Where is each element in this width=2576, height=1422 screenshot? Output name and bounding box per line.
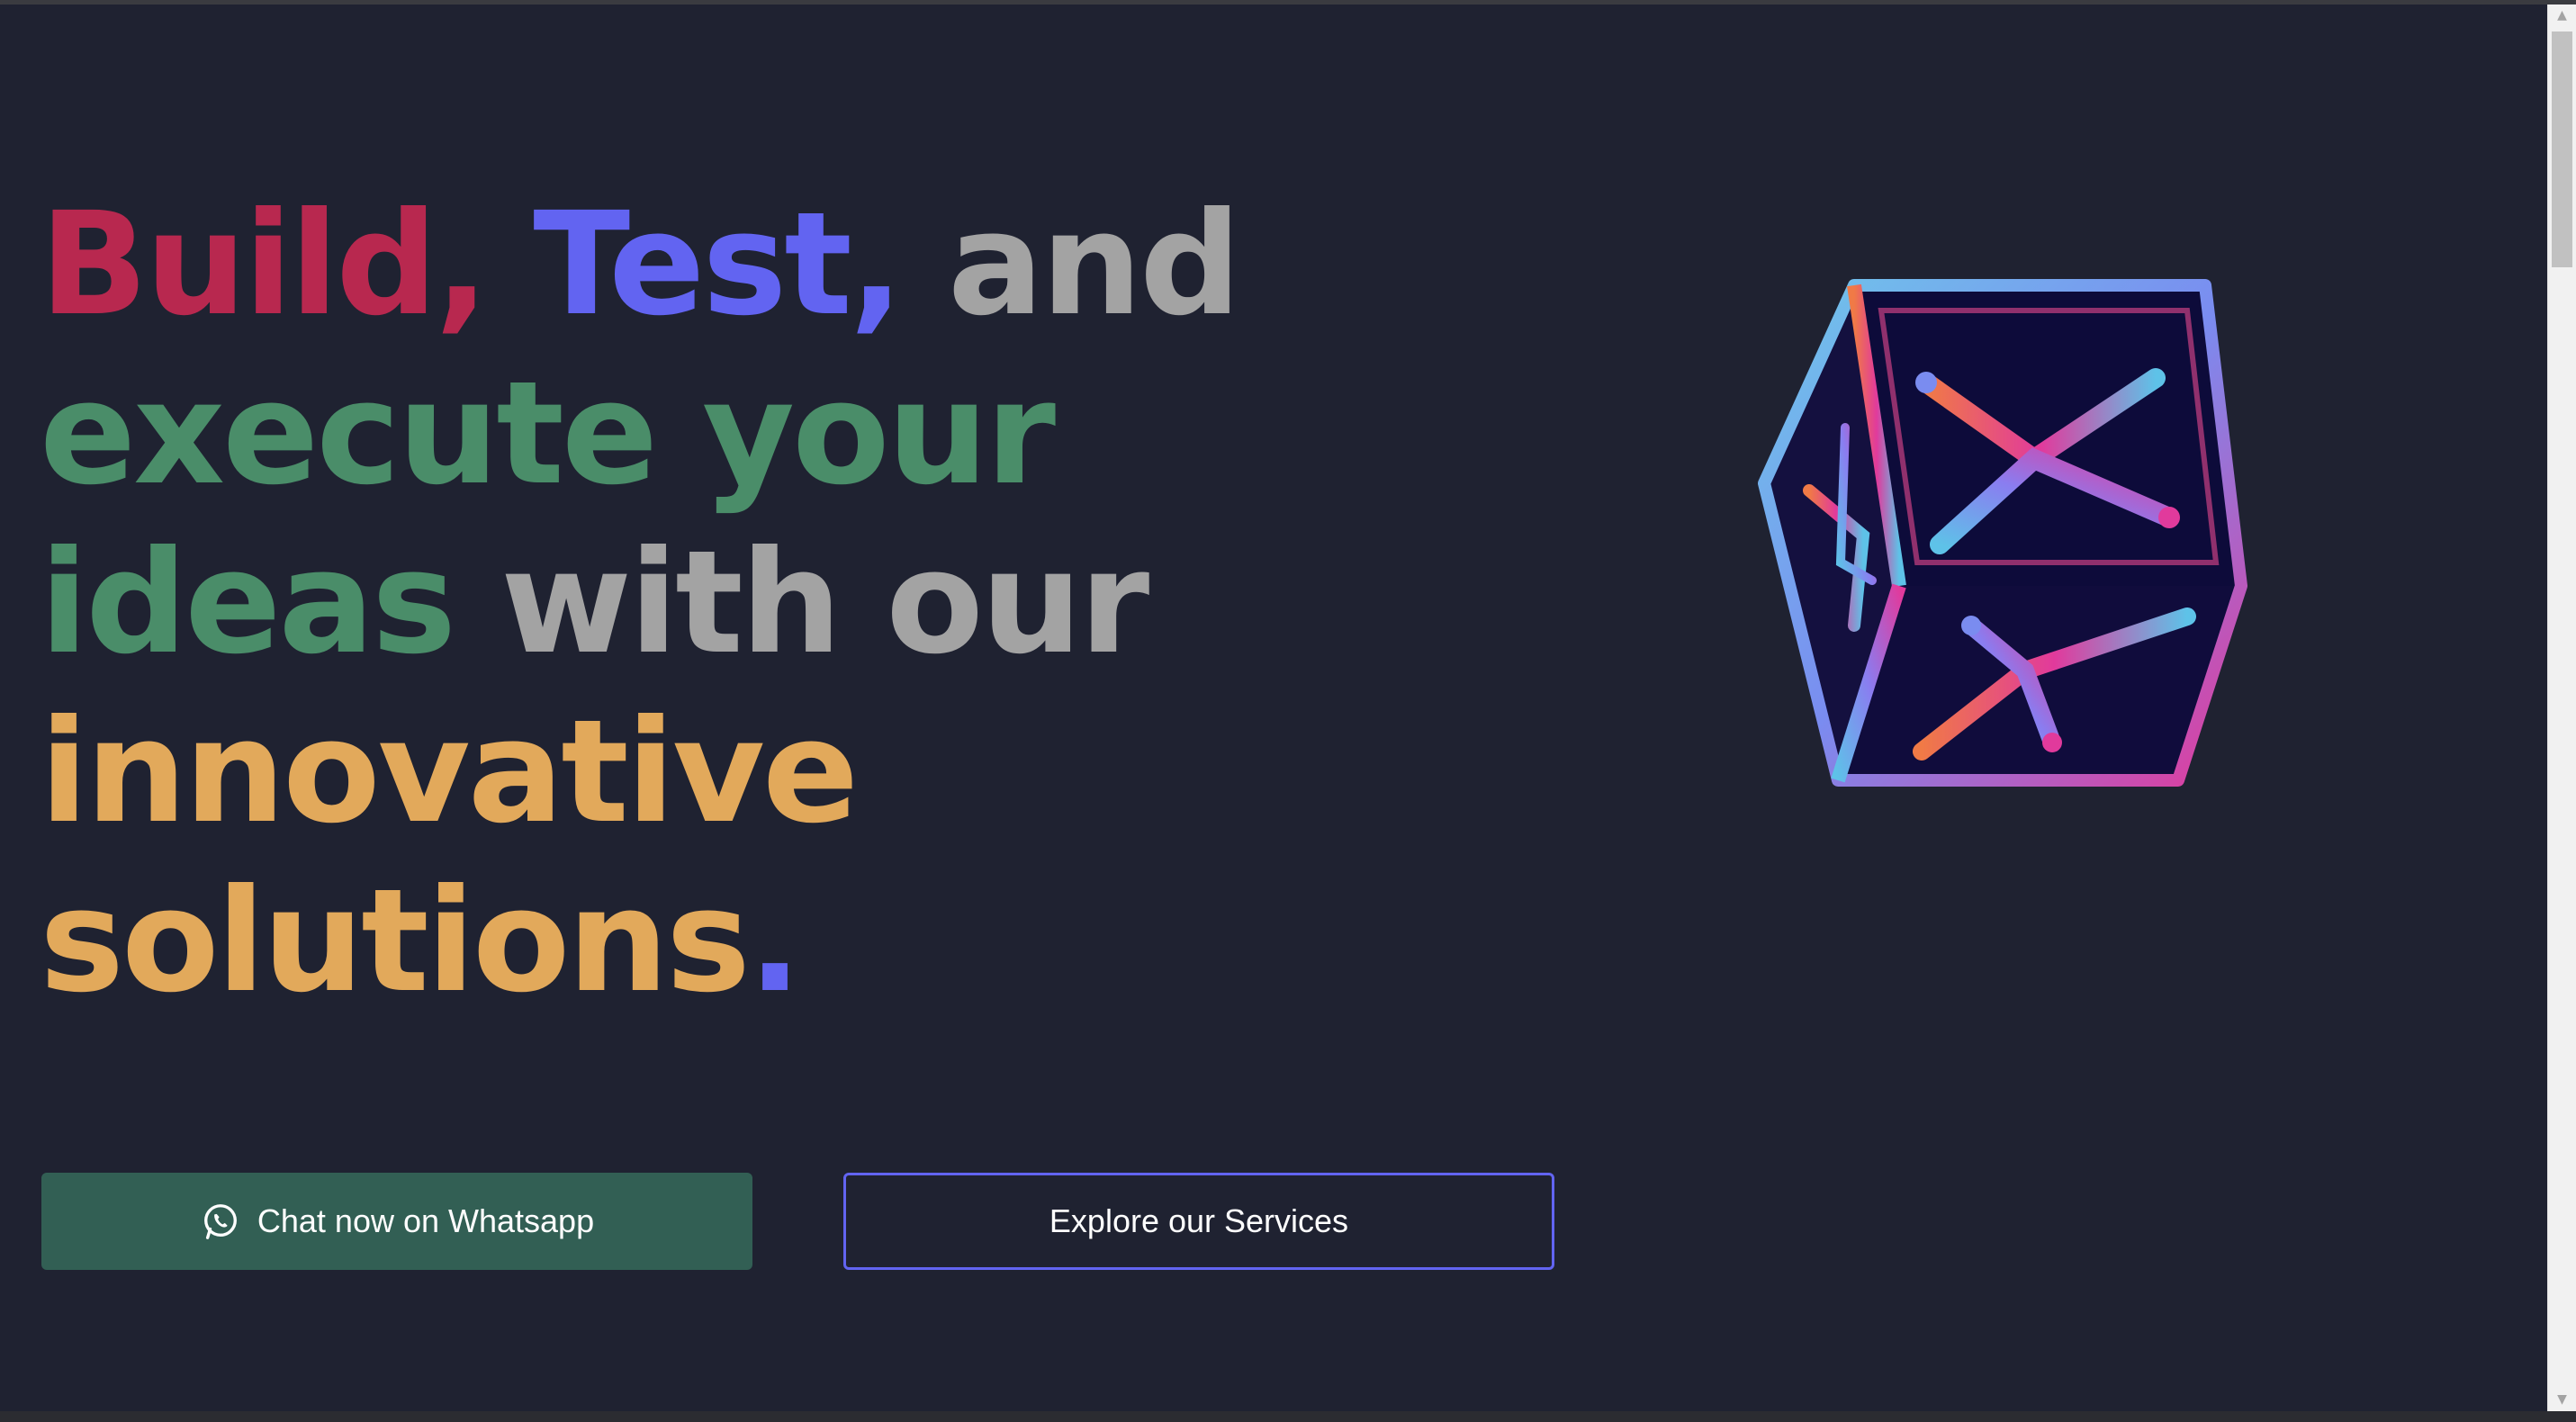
headline-word-solutions: solutions <box>40 859 751 1024</box>
whatsapp-chat-button[interactable]: Chat now on Whatsapp <box>41 1173 752 1270</box>
hero-headline: Build, Test, and execute your ideas with… <box>40 180 1241 1026</box>
headline-word-ideas: ideas <box>40 520 456 686</box>
scroll-down-arrow-icon[interactable]: ▼ <box>2548 1389 2576 1410</box>
whatsapp-icon <box>203 1204 237 1239</box>
headline-word-test: Test, <box>533 182 904 347</box>
page-viewport: Build, Test, and execute your ideas with… <box>0 4 2547 1411</box>
headline-word-build: Build, <box>40 182 489 347</box>
scroll-up-arrow-icon[interactable]: ▲ <box>2548 4 2576 26</box>
explore-button-label: Explore our Services <box>1049 1202 1349 1239</box>
headline-word-execute-your: execute your <box>40 351 1056 517</box>
headline-word-with-our: with our <box>500 520 1149 686</box>
headline-word-and: and <box>947 182 1241 347</box>
scrollbar-thumb[interactable] <box>2552 32 2572 267</box>
headline-word-innovative: innovative <box>40 689 859 855</box>
vertical-scrollbar[interactable]: ▲ ▼ <box>2547 4 2576 1411</box>
cube-x-logo <box>1758 279 2247 787</box>
explore-services-button[interactable]: Explore our Services <box>843 1173 1554 1270</box>
whatsapp-button-label: Chat now on Whatsapp <box>257 1202 595 1239</box>
headline-period: . <box>748 859 802 1024</box>
window-bottom-bar <box>0 1411 2576 1422</box>
